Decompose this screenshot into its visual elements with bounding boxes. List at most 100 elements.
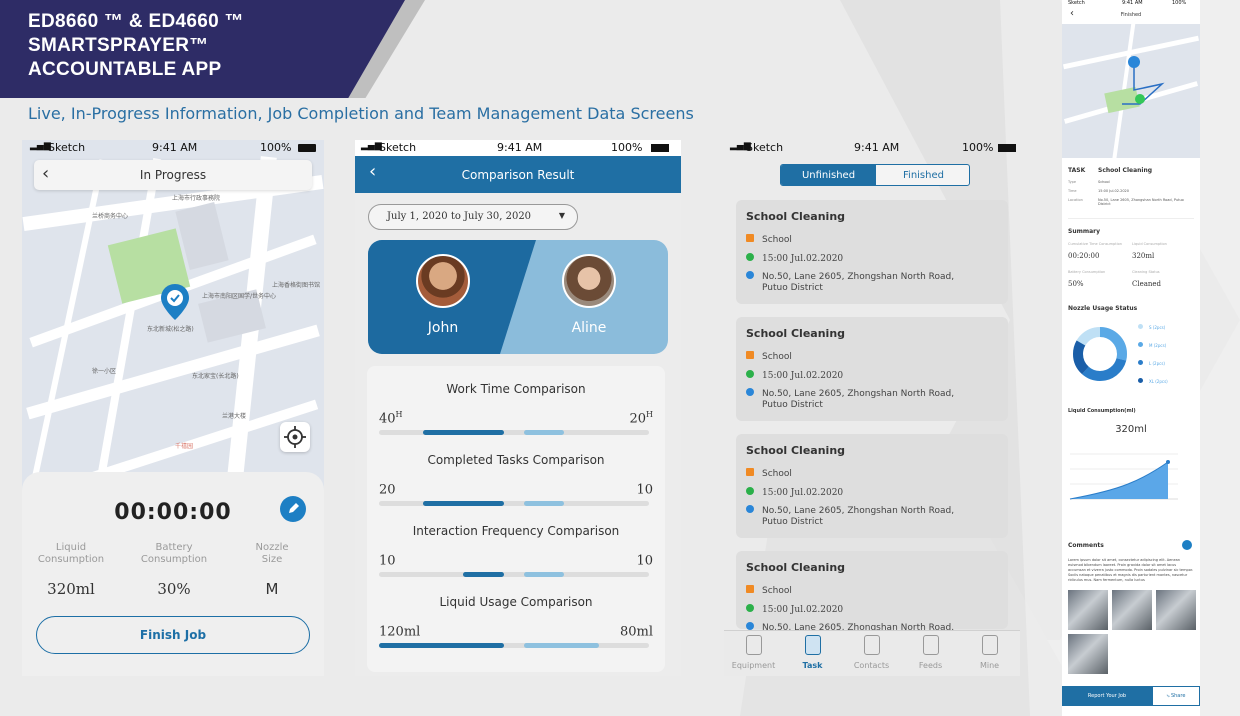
task-type-row: School	[746, 585, 792, 596]
nav-item-mine[interactable]: Mine	[960, 633, 1019, 677]
job-timer: 00:00:00	[114, 500, 232, 525]
task-time-row: 15:00 Jul.02.2020	[746, 253, 843, 264]
nav-item-feeds[interactable]: Feeds	[901, 633, 960, 677]
comparison-row: Completed Tasks Comparison 20 10	[367, 453, 665, 513]
battery-label: 100%	[260, 141, 292, 154]
liquid-value: 320ml	[1115, 424, 1147, 435]
battery-icon	[298, 144, 316, 152]
tab-unfinished[interactable]: Unfinished	[781, 165, 876, 185]
location-pin-icon[interactable]	[161, 284, 189, 320]
comparison-bar-b	[524, 643, 599, 648]
comparison-track	[379, 572, 649, 577]
nav-item-equipment[interactable]: Equipment	[724, 633, 783, 677]
location-icon	[746, 622, 754, 630]
photo-thumb[interactable]	[1112, 590, 1152, 630]
page-subtitle: Live, In-Progress Information, Job Compl…	[28, 104, 694, 123]
map-view[interactable]: 上海市行政事務院 兰桥商务中心 上海香格街图书馆 上海市南阳区国学/世务中心 东…	[22, 156, 324, 516]
comparison-bar-b	[524, 572, 564, 577]
battery-label: 100%	[611, 141, 643, 154]
task-card[interactable]: School Cleaning School 15:00 Jul.02.2020 No…	[736, 434, 1008, 538]
map-label: 上海市南阳区国学/世务中心	[202, 293, 277, 300]
summary-title: Summary	[1068, 228, 1101, 235]
date-range-value: July 1, 2020 to July 30, 2020	[387, 211, 532, 222]
comparison-bar-a	[463, 572, 504, 577]
top-nav-card: ‹ In Progress	[34, 160, 312, 190]
task-title: School Cleaning	[746, 444, 846, 457]
task-card[interactable]: School Cleaning School 15:00 Jul.02.2020 No…	[736, 317, 1008, 421]
comparison-title: Work Time Comparison	[446, 382, 586, 396]
carrier-label: Sketch	[746, 141, 784, 154]
edit-comment-button[interactable]	[1182, 540, 1192, 550]
task-address-row: No.50, Lane 2605, Zhongshan North Road, …	[746, 271, 966, 294]
comparison-bar-a	[423, 501, 504, 506]
comparison-track	[379, 430, 649, 435]
pencil-icon	[289, 503, 299, 513]
avatar-john[interactable]	[416, 254, 470, 308]
list-icon	[746, 351, 754, 359]
dropdown-icon: ▼	[558, 211, 565, 220]
map-label: 徐一小区	[92, 368, 117, 375]
map-label: 兰桥商务中心	[92, 213, 129, 220]
status-time: 9:41 AM	[854, 141, 900, 154]
task-time-row: 15:00 Jul.02.2020	[746, 370, 843, 381]
comparison-bar-b	[524, 501, 564, 506]
report-job-button[interactable]: Report Your Job	[1062, 686, 1152, 706]
mine-icon	[981, 635, 998, 655]
comparison-right-value: 80ml	[619, 624, 653, 640]
stat-label: Nozzle Size	[255, 542, 289, 565]
map-label: 兰港大楼	[222, 413, 247, 420]
task-type-row: School	[746, 234, 792, 245]
nozzle-donut-chart	[1073, 327, 1127, 381]
date-range-select[interactable]: July 1, 2020 to July 30, 2020 ▼	[368, 204, 578, 230]
legend-item: XL (2pcs)	[1138, 378, 1168, 384]
comparison-row: Work Time Comparison 40H 20H	[367, 382, 665, 442]
task-address-row: No.50, Lane 2605, Zhongshan North Road, …	[746, 505, 966, 528]
legend-item: S (2pcs)	[1138, 324, 1165, 330]
summary-cell: Liquid Consumption 320ml	[1132, 242, 1167, 260]
task-title: School Cleaning	[746, 210, 846, 223]
stat-value: M	[265, 580, 279, 598]
header-title: ED8660 ™ & ED4660 ™ SMARTSPRAYER™ ACCOUN…	[28, 10, 244, 82]
edit-button[interactable]	[280, 496, 306, 522]
battery-label: 100%	[962, 141, 994, 154]
liquid-area-chart	[1069, 453, 1178, 500]
nav-item-task[interactable]: Task	[783, 633, 842, 677]
avatar-aline[interactable]	[562, 254, 616, 308]
status-bar: ▂▄▆ Sketch 9:41 AM 100%	[22, 140, 324, 156]
task-icon	[804, 635, 821, 655]
stat-label: Liquid Consumption	[37, 542, 105, 565]
segmented-tabs: Unfinished Finished	[780, 164, 970, 186]
photo-thumb[interactable]	[1068, 634, 1108, 674]
comparison-row: Liquid Usage Comparison 120ml 80ml	[367, 595, 665, 655]
share-button[interactable]: ⤷ Share	[1152, 686, 1200, 706]
comparison-left-value: 10	[379, 553, 396, 569]
stat-value: 30%	[157, 580, 191, 598]
clock-icon	[746, 487, 754, 495]
detail-row: Location No.50, Lane 2605, Zhongshan Nort…	[1068, 198, 1184, 206]
comparison-right-value: 10	[636, 553, 653, 569]
status-time: 9:41 AM	[152, 141, 198, 154]
comparison-track	[379, 643, 649, 648]
crosshair-icon	[284, 426, 306, 448]
summary-cell: Cumulative Time Consumption 00:20:00	[1068, 242, 1122, 260]
photo-thumb[interactable]	[1156, 590, 1196, 630]
location-icon	[746, 388, 754, 396]
photo-thumb[interactable]	[1068, 590, 1108, 630]
nav-label: Feeds	[918, 661, 943, 670]
detail-row: Type School	[1068, 180, 1110, 184]
nav-item-contacts[interactable]: Contacts	[842, 633, 901, 677]
detail-row: Time 15:00 Jul.02.2020	[1068, 189, 1130, 193]
locate-button[interactable]	[280, 422, 310, 452]
stat-label: Battery Consumption	[140, 542, 208, 565]
summary-cell: Cleaning Status Cleaned	[1132, 270, 1162, 288]
finish-job-button[interactable]: Finish Job	[36, 616, 310, 654]
nav-label: Contacts	[853, 661, 890, 670]
tab-finished[interactable]: Finished	[876, 165, 969, 185]
map-label: 千禧园	[175, 443, 194, 450]
finished-detail-body: TASK School Cleaning Type School Time 15:00…	[1062, 158, 1200, 716]
task-card[interactable]: School Cleaning School 15:00 Jul.02.2020 No…	[736, 200, 1008, 304]
job-panel: 00:00:00 Liquid Consumption 320ml Batter…	[22, 472, 324, 676]
task-time-row: 15:00 Jul.02.2020	[746, 604, 843, 615]
task-card[interactable]: School Cleaning School 15:00 Jul.02.2020 No…	[736, 551, 1008, 633]
screen-comparison: ▂▄▆ Sketch 9:41 AM 100% ‹ Comparison Res…	[355, 140, 681, 676]
